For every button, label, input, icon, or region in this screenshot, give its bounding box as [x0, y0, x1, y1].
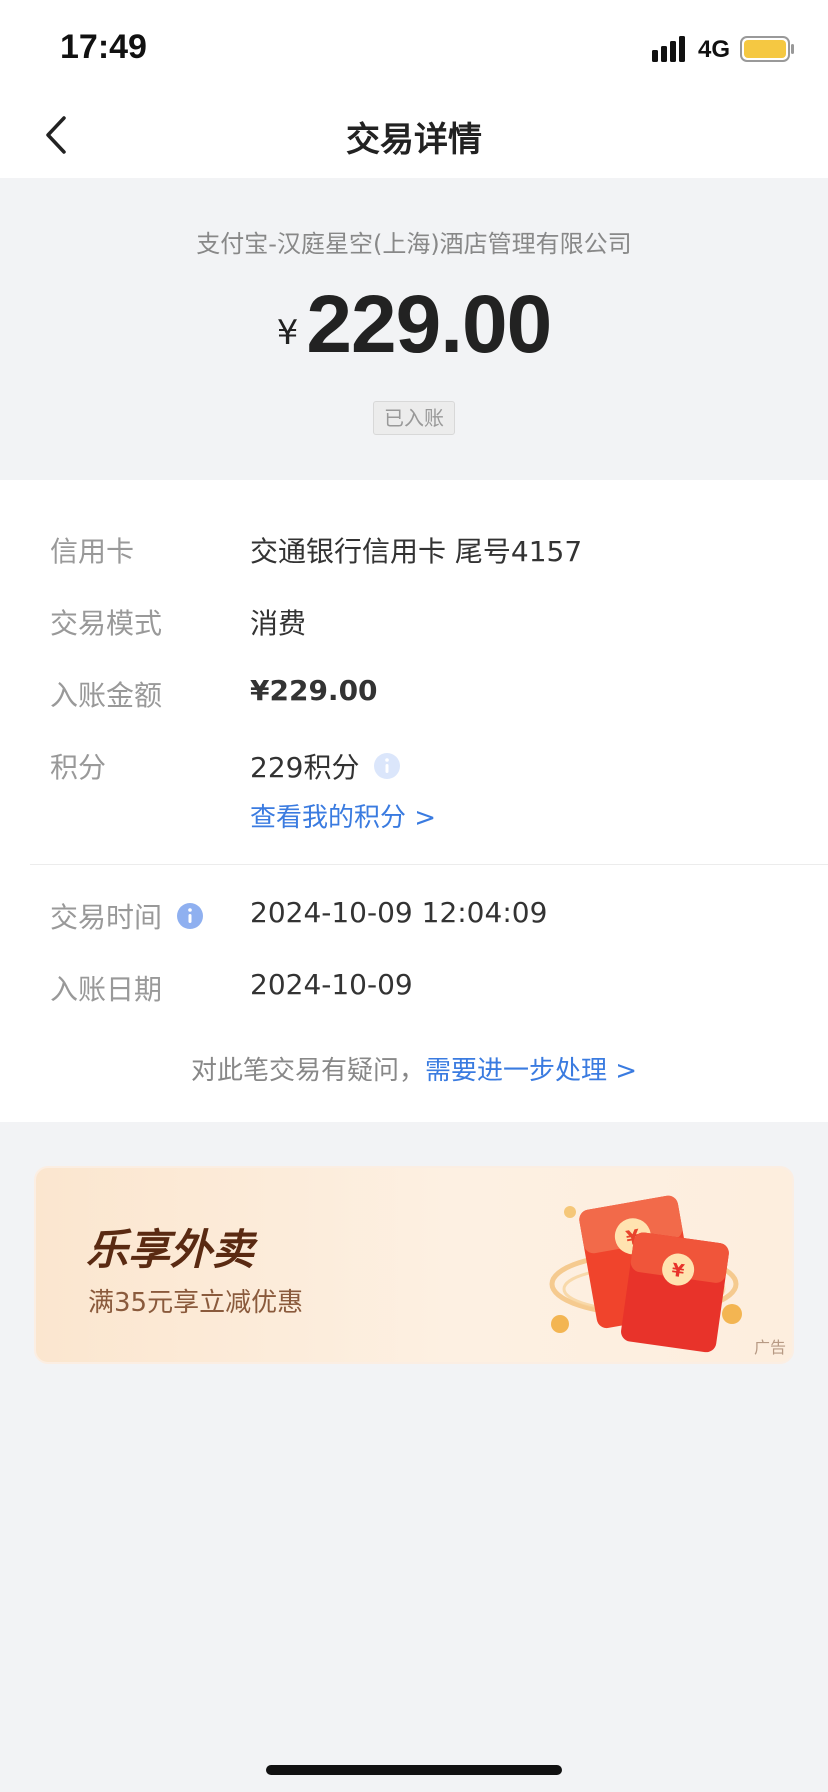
mode-label: 交易模式: [50, 607, 163, 640]
mode-value: 消费: [250, 607, 307, 640]
ad-tag: 广告: [753, 1338, 786, 1357]
status-bar: 17:49 4G: [0, 0, 828, 100]
help-text: 对此笔交易有疑问，: [190, 1056, 425, 1086]
view-points-link[interactable]: 查看我的积分 >: [250, 797, 436, 834]
signal-icon: [652, 36, 685, 62]
further-processing-link[interactable]: 需要进一步处理 >: [425, 1056, 637, 1086]
network-label: 4G: [698, 36, 731, 63]
transaction-details: 信用卡 交通银行信用卡 尾号4157 交易模式 消费 入账金额 ¥229.00 …: [0, 480, 828, 1122]
points-value: 229积分: [250, 751, 360, 784]
red-envelope-icon: ¥ ¥: [549, 1195, 742, 1353]
posting-date-value: 2024-10-09: [250, 968, 413, 1001]
amount-value: 229.00: [306, 279, 552, 370]
time-label: 交易时间: [50, 901, 163, 934]
ad-banner[interactable]: 乐享外卖 满35元享立减优惠 ¥ ¥ 广告: [34, 1166, 794, 1364]
amount-currency: ¥: [276, 313, 299, 353]
battery-icon: [740, 36, 794, 62]
help-line: 对此笔交易有疑问，需要进一步处理 >: [0, 1050, 828, 1087]
points-label: 积分: [50, 751, 107, 784]
divider: [30, 864, 828, 865]
card-value: 交通银行信用卡 尾号4157: [250, 535, 583, 568]
time-value: 2024-10-09 12:04:09: [250, 896, 548, 929]
card-label: 信用卡: [50, 535, 135, 568]
posted-amount-value: ¥229.00: [250, 674, 378, 707]
transaction-summary: 支付宝-汉庭星空(上海)酒店管理有限公司 ¥229.00 已入账: [0, 178, 828, 480]
posted-amount-label: 入账金额: [50, 679, 163, 712]
home-indicator[interactable]: [266, 1765, 562, 1775]
merchant-name: 支付宝-汉庭星空(上海)酒店管理有限公司: [196, 230, 632, 258]
points-info-icon[interactable]: [373, 752, 401, 780]
posting-date-label: 入账日期: [50, 973, 163, 1006]
page-title: 交易详情: [346, 120, 482, 160]
ad-subtitle: 满35元享立减优惠: [88, 1288, 304, 1318]
time-info-icon[interactable]: [176, 902, 204, 930]
status-badge: 已入账: [373, 401, 455, 435]
nav-bar: 交易详情: [0, 100, 828, 178]
status-time: 17:49: [60, 28, 147, 66]
ad-title: 乐享外卖: [86, 1225, 255, 1274]
amount-row: ¥229.00: [0, 278, 828, 372]
